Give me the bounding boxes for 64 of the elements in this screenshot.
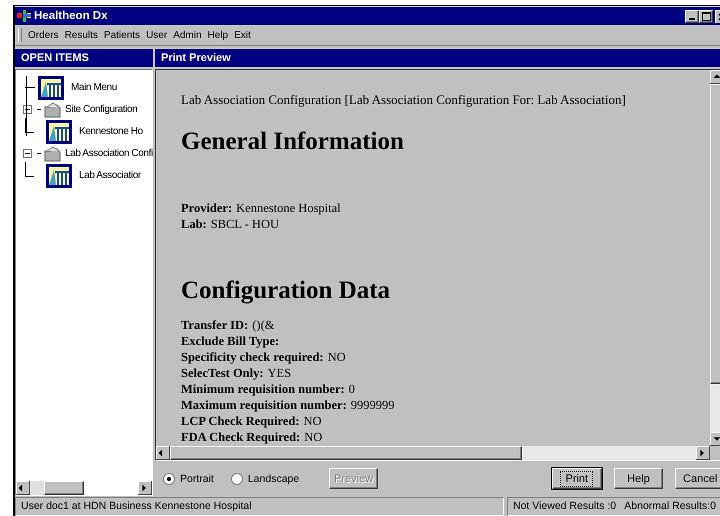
field-label: Specificity check required:	[181, 350, 324, 364]
field-label: Minimum requisition number:	[181, 382, 345, 396]
field-value: SBCL - HOU	[210, 217, 279, 231]
dialog-button[interactable]: Print	[552, 468, 602, 489]
minimize-button[interactable]	[685, 10, 699, 22]
collapse-icon[interactable]	[22, 149, 32, 158]
folder-icon	[44, 146, 62, 162]
tree-item[interactable]: Kennestone Ho	[79, 126, 143, 137]
scroll-up-button[interactable]	[710, 70, 720, 84]
field-label: Maximum requisition number:	[181, 398, 347, 412]
scroll-thumb[interactable]	[170, 446, 522, 460]
scrollbar[interactable]	[710, 70, 720, 446]
scroll-thumb[interactable]	[44, 481, 84, 495]
section-heading: Configuration Data	[181, 277, 392, 305]
tree-item[interactable]: Lab Associatior	[79, 170, 141, 181]
scroll-left-button[interactable]	[156, 446, 170, 460]
scroll-right-button[interactable]	[138, 481, 152, 495]
radio-button[interactable]: Landscape	[230, 472, 300, 484]
section-heading: General Information	[181, 128, 405, 156]
field-value: 9999999	[350, 398, 394, 412]
field-label: Transfer ID:	[181, 318, 248, 332]
menu-item[interactable]: Orders	[28, 30, 59, 40]
menu-item[interactable]: User	[146, 30, 168, 40]
panel-header: Print Preview	[155, 49, 720, 67]
tree-item[interactable]: Site Configuration	[65, 104, 138, 115]
dialog-button[interactable]: Help	[614, 468, 664, 489]
dialog-button[interactable]: Cancel	[675, 468, 720, 489]
menu-item[interactable]: Patients	[104, 30, 140, 40]
menu-item[interactable]: Admin	[173, 30, 202, 40]
scroll-down-button[interactable]	[710, 432, 720, 446]
scrollbar[interactable]	[156, 446, 710, 460]
scroll-right-button[interactable]	[696, 446, 710, 460]
document-caption: Lab Association Configuration [Lab Association Configuration For: Lab Association]	[181, 92, 627, 108]
radio-button[interactable]: Portrait	[163, 472, 214, 484]
field-value: 0	[348, 382, 355, 396]
status-text: User doc1 at HDN Business Kennestone Hospital	[15, 497, 504, 516]
field-label: Provider:	[181, 201, 232, 215]
field-value: NO	[328, 350, 346, 364]
app-icon	[17, 10, 31, 22]
scroll-left-button[interactable]	[16, 481, 30, 495]
field-label: FDA Check Required:	[181, 430, 300, 444]
field-value: Kennestone Hospital	[236, 201, 341, 215]
field-label: Exclude Bill Type:	[181, 334, 280, 348]
field-value: NO	[304, 414, 322, 428]
tree-item[interactable]: Lab Association Confi	[65, 148, 153, 159]
panel-header: OPEN ITEMS	[15, 49, 153, 67]
field-label: SelecTest Only:	[181, 366, 264, 380]
menu-item[interactable]: Exit	[234, 30, 251, 40]
field-value: NO	[304, 430, 322, 444]
window-title: Healtheon Dx	[34, 10, 108, 22]
status-text: Not Viewed Results :0 Abnormal Results:0	[507, 497, 720, 516]
document-icon	[46, 164, 72, 188]
document-icon	[46, 120, 72, 144]
tree-item[interactable]: Main Menu	[71, 82, 117, 93]
field-value: ()(&	[252, 318, 274, 332]
document-icon	[38, 76, 64, 100]
field-value: YES	[268, 366, 292, 380]
menu-item[interactable]: Results	[64, 30, 98, 40]
scrollbar[interactable]	[16, 481, 152, 495]
maximize-button[interactable]	[699, 10, 713, 22]
field-label: Lab:	[181, 217, 207, 231]
field-label: LCP Check Required:	[181, 414, 300, 428]
folder-icon	[44, 102, 62, 118]
menu-item[interactable]: Help	[208, 30, 228, 40]
